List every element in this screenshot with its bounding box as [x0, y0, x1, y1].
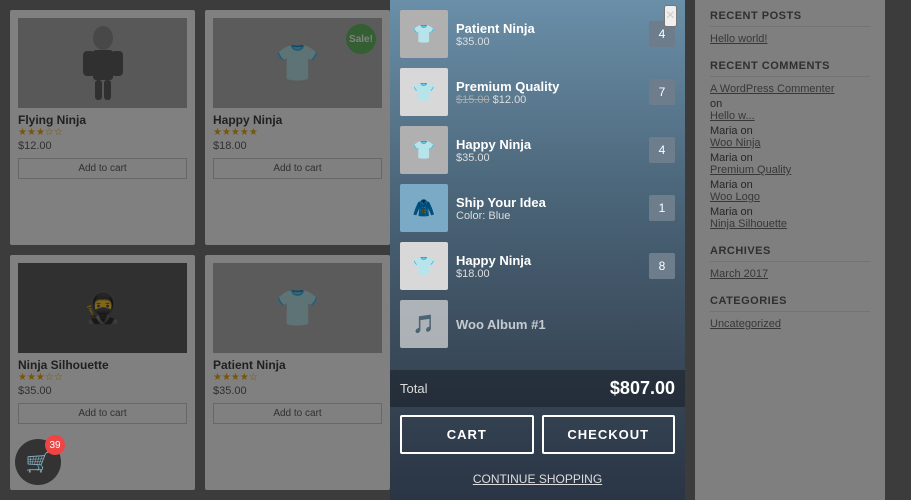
- cart-badge: 39: [45, 435, 65, 455]
- cart-total-label: Total: [400, 381, 427, 396]
- cart-icon-button[interactable]: 🛒 39: [15, 439, 61, 485]
- cart-modal: × 👕 Patient Ninja $35.00 4 👕 Premium Qua…: [390, 0, 685, 500]
- continue-shopping-section: CONTINUE SHOPPING: [390, 462, 685, 500]
- cart-item-image: 👕: [400, 126, 448, 174]
- cart-item-image: 🎵: [400, 300, 448, 348]
- cart-item-quantity: 1: [649, 195, 675, 221]
- cart-item-quantity: 4: [649, 137, 675, 163]
- hoodie-icon: 🧥: [413, 198, 435, 219]
- cart-item-price: $35.00: [456, 152, 641, 164]
- cart-item-quantity: 8: [649, 253, 675, 279]
- cart-item-details: Ship Your Idea Color: Blue: [456, 195, 641, 222]
- cart-item-details: Woo Album #1: [456, 317, 675, 332]
- cart-item: 👕 Happy Ninja $35.00 4: [400, 126, 675, 174]
- original-price: $15.00: [456, 94, 490, 106]
- shirt-icon: 👕: [413, 82, 435, 103]
- cart-item-price: Color: Blue: [456, 210, 641, 222]
- cart-item-name: Patient Ninja: [456, 21, 641, 36]
- cart-item-details: Premium Quality $15.00$12.00: [456, 79, 641, 106]
- cart-icon: 🛒: [26, 450, 51, 475]
- modal-close-button[interactable]: ×: [664, 5, 677, 27]
- cart-total-row: Total $807.00: [390, 370, 685, 407]
- cart-item-price: $15.00$12.00: [456, 94, 641, 106]
- cart-total-amount: $807.00: [610, 378, 675, 399]
- cart-item: 👕 Happy Ninja $18.00 8: [400, 242, 675, 290]
- shirt-icon: 👕: [413, 24, 435, 45]
- cart-item-image: 👕: [400, 242, 448, 290]
- cart-item: 🧥 Ship Your Idea Color: Blue 1: [400, 184, 675, 232]
- cart-item-details: Happy Ninja $18.00: [456, 253, 641, 280]
- cart-item-name: Woo Album #1: [456, 317, 675, 332]
- cart-item-quantity: 7: [649, 79, 675, 105]
- cart-item-details: Happy Ninja $35.00: [456, 137, 641, 164]
- cart-items-list: 👕 Patient Ninja $35.00 4 👕 Premium Quali…: [390, 0, 685, 370]
- cart-item-details: Patient Ninja $35.00: [456, 21, 641, 48]
- cart-item-price: $35.00: [456, 36, 641, 48]
- cart-item-name: Ship Your Idea: [456, 195, 641, 210]
- cart-item-price: $18.00: [456, 268, 641, 280]
- cart-button[interactable]: CART: [400, 415, 534, 454]
- cart-item-image: 👕: [400, 10, 448, 58]
- cart-item: 🎵 Woo Album #1: [400, 300, 675, 348]
- cart-item-image: 🧥: [400, 184, 448, 232]
- checkout-button[interactable]: CHECKOUT: [542, 415, 676, 454]
- cart-item-name: Happy Ninja: [456, 253, 641, 268]
- album-icon: 🎵: [413, 314, 435, 335]
- cart-item-name: Happy Ninja: [456, 137, 641, 152]
- continue-shopping-link[interactable]: CONTINUE SHOPPING: [473, 472, 602, 486]
- cart-action-buttons: CART CHECKOUT: [390, 407, 685, 462]
- cart-item-name: Premium Quality: [456, 79, 641, 94]
- shirt-icon: 👕: [413, 256, 435, 277]
- shirt-icon: 👕: [413, 140, 435, 161]
- cart-item: 👕 Premium Quality $15.00$12.00 7: [400, 68, 675, 116]
- cart-item: 👕 Patient Ninja $35.00 4: [400, 10, 675, 58]
- cart-item-image: 👕: [400, 68, 448, 116]
